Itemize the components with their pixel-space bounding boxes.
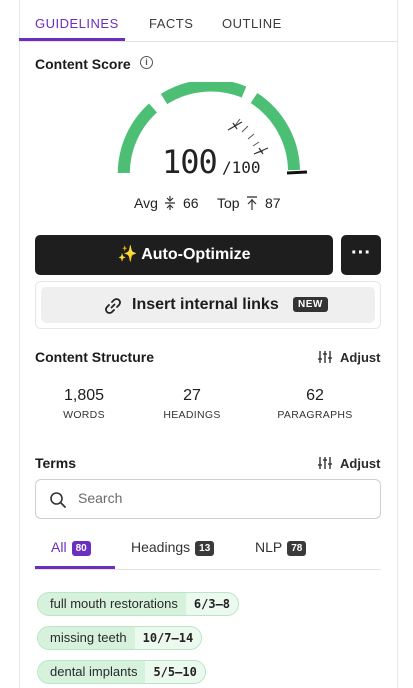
terms-search-input[interactable] bbox=[76, 489, 370, 507]
sliders-icon bbox=[318, 457, 332, 469]
active-tab-underline bbox=[19, 38, 125, 41]
avg-value: 66 bbox=[183, 195, 199, 211]
term-name: full mouth restorations bbox=[38, 593, 186, 615]
avg-icon bbox=[165, 196, 175, 210]
filter-tab-headings-label: Headings bbox=[131, 539, 191, 555]
filter-tab-all-count: 80 bbox=[71, 541, 91, 556]
auto-optimize-button[interactable]: ✨ Auto-Optimize bbox=[35, 235, 333, 275]
content-structure-title: Content Structure bbox=[35, 349, 154, 365]
term-count: 6/3–8 bbox=[185, 593, 239, 615]
avg-label: Avg bbox=[134, 195, 158, 211]
more-options-button[interactable]: ··· bbox=[341, 235, 381, 275]
score-value: 100 bbox=[162, 143, 218, 181]
top-value: 87 bbox=[265, 195, 281, 211]
sliders-icon bbox=[318, 351, 332, 363]
terms-adjust-button[interactable]: Adjust bbox=[318, 456, 382, 472]
terms-adjust-label: Adjust bbox=[340, 456, 381, 471]
info-icon[interactable]: i bbox=[140, 56, 153, 69]
new-badge: NEW bbox=[293, 297, 328, 312]
words-count: 1,805 bbox=[63, 387, 105, 404]
headings-count: 27 bbox=[183, 387, 201, 404]
gauge-segment-1 bbox=[117, 103, 158, 174]
term-name: missing teeth bbox=[38, 627, 135, 649]
link-icon bbox=[105, 298, 121, 314]
filter-tab-headings[interactable]: Headings 13 bbox=[131, 539, 215, 556]
filter-tab-headings-count: 13 bbox=[195, 541, 215, 556]
top-tabs: GUIDELINES FACTS OUTLINE bbox=[19, 0, 397, 42]
score-max: /100 bbox=[222, 158, 261, 177]
term-count: 5/5–10 bbox=[145, 661, 205, 683]
terms-filter-tabs: All 80 Headings 13 NLP 78 bbox=[35, 530, 381, 570]
paragraphs-label: PARAGRAPHS bbox=[277, 409, 353, 421]
terms-title: Terms bbox=[35, 455, 76, 471]
term-chip[interactable]: missing teeth 10/7–14 bbox=[37, 626, 203, 650]
structure-adjust-label: Adjust bbox=[340, 350, 381, 365]
term-count: 10/7–14 bbox=[134, 627, 202, 649]
terms-search-box bbox=[35, 479, 381, 519]
content-score-title: Content Score bbox=[35, 56, 131, 72]
panel-border-left bbox=[19, 0, 20, 688]
structure-adjust-button[interactable]: Adjust bbox=[318, 350, 382, 366]
top-icon bbox=[247, 196, 257, 210]
tab-guidelines[interactable]: GUIDELINES bbox=[35, 16, 119, 31]
insert-links-button[interactable]: Insert internal links NEW bbox=[41, 287, 375, 323]
insert-links-label: Insert internal links bbox=[132, 296, 279, 313]
active-filter-underline bbox=[35, 566, 115, 569]
term-chip[interactable]: full mouth restorations 6/3–8 bbox=[37, 592, 240, 616]
tab-facts[interactable]: FACTS bbox=[149, 16, 193, 31]
tab-outline[interactable]: OUTLINE bbox=[222, 16, 282, 31]
panel-border-right bbox=[397, 0, 398, 688]
headings-label: HEADINGS bbox=[163, 409, 221, 421]
words-label: WORDS bbox=[63, 409, 105, 421]
term-name: dental implants bbox=[38, 661, 146, 683]
term-chip[interactable]: dental implants 5/5–10 bbox=[37, 660, 206, 684]
filter-tab-nlp-label: NLP bbox=[255, 539, 283, 555]
filter-tab-nlp-count: 78 bbox=[287, 541, 307, 556]
insert-links-container: Insert internal links NEW bbox=[35, 281, 381, 329]
search-icon bbox=[50, 492, 66, 508]
filter-tab-all-label: All bbox=[51, 539, 67, 555]
filter-tab-all[interactable]: All 80 bbox=[51, 539, 91, 556]
top-label: Top bbox=[217, 195, 240, 211]
filter-tab-nlp[interactable]: NLP 78 bbox=[255, 539, 307, 556]
paragraphs-count: 62 bbox=[306, 387, 324, 404]
gauge-segment-2 bbox=[160, 82, 247, 105]
